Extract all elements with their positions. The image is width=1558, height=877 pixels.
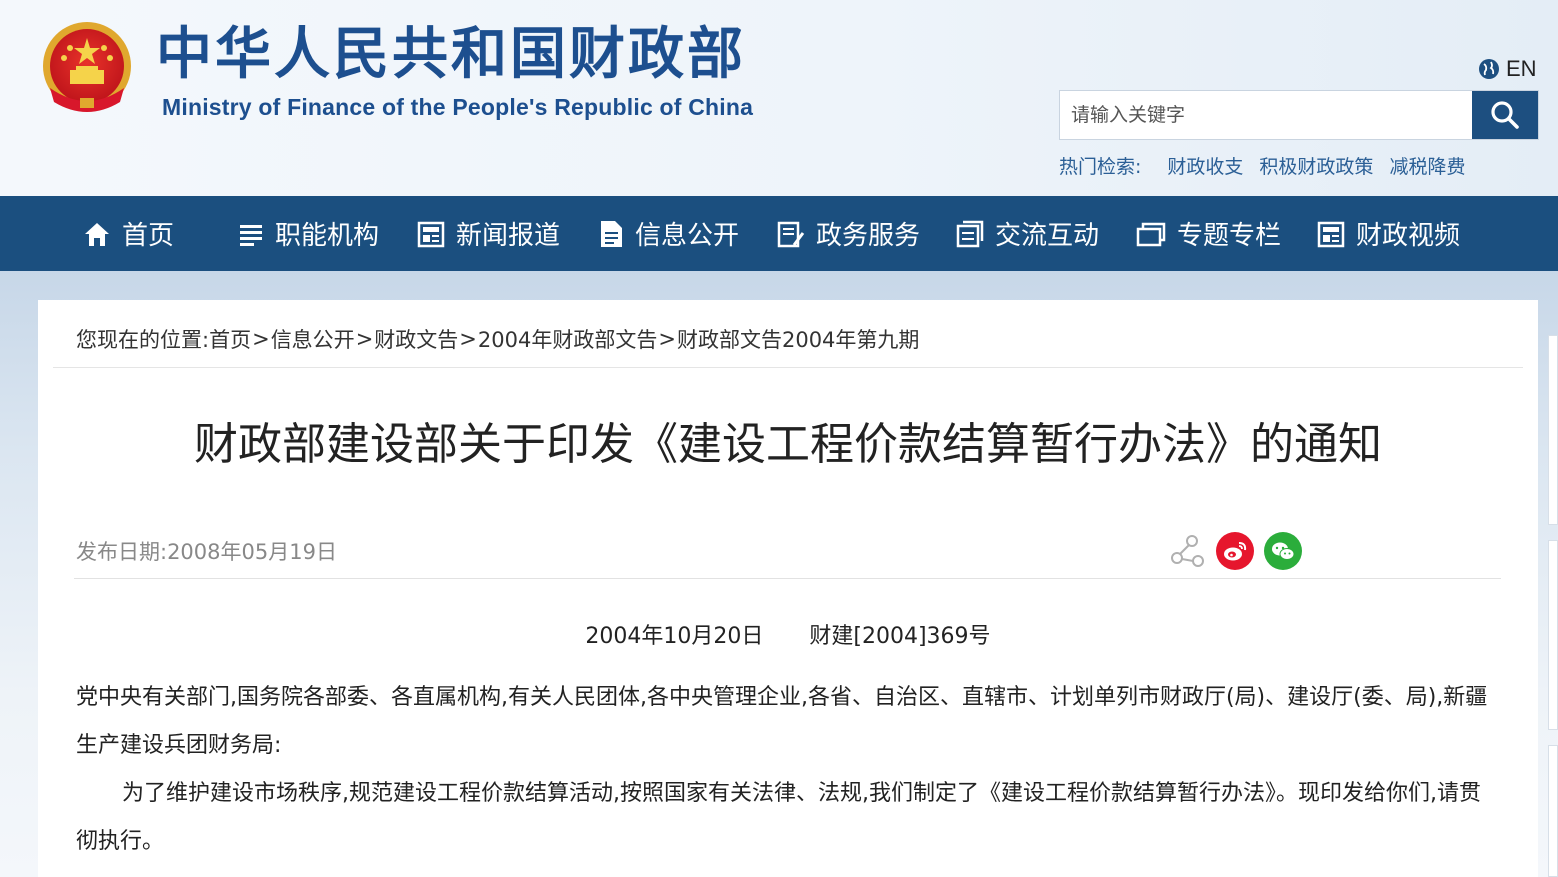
nav-item-topics[interactable]: 专题专栏 <box>1135 196 1281 271</box>
nav-label: 新闻报道 <box>456 221 561 251</box>
nav-label: 信息公开 <box>635 221 740 251</box>
nav-label: 政务服务 <box>816 221 921 251</box>
breadcrumb-item[interactable]: 财政部文告2004年第九期 <box>677 324 919 354</box>
side-float-tab[interactable] <box>1548 335 1558 525</box>
wechat-icon <box>1272 542 1295 560</box>
nav-item-news[interactable]: 新闻报道 <box>416 196 560 271</box>
search-button[interactable] <box>1472 91 1538 139</box>
globe-icon <box>1479 59 1499 79</box>
nav-label: 交流互动 <box>995 221 1100 251</box>
breadcrumb-separator: > <box>355 327 374 351</box>
search-icon <box>1491 101 1519 129</box>
nav-item-interaction[interactable]: 交流互动 <box>955 196 1099 271</box>
site-header: 中华人民共和国财政部 Ministry of Finance of the Pe… <box>0 0 1558 196</box>
nav-item-info[interactable]: 信息公开 <box>597 196 739 271</box>
video-icon <box>1317 221 1345 247</box>
article-paragraph: 为了维护建设市场秩序,规范建设工程价款结算活动,按照国家有关法律、法规,我们制定… <box>76 781 1481 854</box>
service-icon <box>777 221 805 247</box>
site-subtitle: Ministry of Finance of the People's Repu… <box>162 94 754 120</box>
nav-item-functions[interactable]: 职能机构 <box>237 196 379 271</box>
breadcrumb: 您现在的位置: 首页 > 信息公开 > 财政文告 > 2004年财政部文告 > … <box>76 324 919 354</box>
nav-label: 职能机构 <box>275 221 380 251</box>
hot-search-item[interactable]: 积极财政政策 <box>1259 152 1373 179</box>
document-date: 2004年10月20日 <box>585 624 764 649</box>
home-icon <box>85 222 109 246</box>
site-title[interactable]: 中华人民共和国财政部 <box>156 20 746 90</box>
side-float-tab[interactable] <box>1548 540 1558 730</box>
nav-item-services[interactable]: 政务服务 <box>776 196 920 271</box>
divider <box>74 578 1501 579</box>
topic-icon <box>1136 222 1166 246</box>
wechat-share-button[interactable] <box>1264 532 1302 570</box>
breadcrumb-item[interactable]: 信息公开 <box>271 324 355 354</box>
side-float-tab[interactable] <box>1548 745 1558 877</box>
hot-search-label: 热门检索: <box>1059 155 1142 178</box>
main-nav: 首页 职能机构 新闻报道 信息公开 政务服务 交流互动 专题专栏 财政视频 <box>0 196 1558 271</box>
breadcrumb-separator: > <box>459 327 477 351</box>
hot-search: 热门检索: 财政收支 积极财政政策 减税降费 <box>1059 150 1481 180</box>
article-title: 财政部建设部关于印发《建设工程价款结算暂行办法》的通知 <box>194 419 1382 470</box>
breadcrumb-item[interactable]: 财政文告 <box>374 324 458 354</box>
nav-item-video[interactable]: 财政视频 <box>1316 196 1460 271</box>
language-label[interactable]: EN <box>1506 56 1537 82</box>
document-number: 财建[2004]369号 <box>809 624 991 649</box>
article-card: 您现在的位置: 首页 > 信息公开 > 财政文告 > 2004年财政部文告 > … <box>38 300 1538 877</box>
national-emblem-icon[interactable] <box>40 18 134 122</box>
breadcrumb-separator: > <box>658 327 676 351</box>
breadcrumb-prefix: 您现在的位置: <box>76 328 210 352</box>
document-icon <box>601 220 622 247</box>
search-box <box>1059 90 1539 140</box>
nav-label: 首页 <box>122 221 175 251</box>
breadcrumb-item[interactable]: 2004年财政部文告 <box>478 324 657 354</box>
nav-label: 专题专栏 <box>1177 221 1282 251</box>
divider <box>53 367 1523 368</box>
weibo-icon <box>1224 542 1247 561</box>
hot-search-item[interactable]: 财政收支 <box>1167 152 1243 179</box>
breadcrumb-item[interactable]: 首页 <box>209 324 251 354</box>
publish-date: 发布日期:2008年05月19日 <box>76 540 337 564</box>
breadcrumb-separator: > <box>252 327 270 351</box>
news-icon <box>417 221 445 247</box>
interaction-icon <box>956 220 984 247</box>
document-meta: 2004年10月20日 财建[2004]369号 <box>38 618 1538 650</box>
article-paragraph: 党中央有关部门,国务院各部委、各直属机构,有关人民团体,各中央管理企业,各省、自… <box>76 685 1488 758</box>
weibo-share-button[interactable] <box>1216 532 1254 570</box>
list-icon <box>240 224 262 246</box>
nav-item-home[interactable]: 首页 <box>82 196 174 271</box>
share-bar <box>1168 532 1302 570</box>
hot-search-item[interactable]: 减税降费 <box>1389 152 1465 179</box>
nav-label: 财政视频 <box>1356 221 1461 251</box>
share-icon[interactable] <box>1168 532 1206 570</box>
search-input[interactable] <box>1060 91 1472 139</box>
language-switch[interactable]: EN <box>1478 56 1537 82</box>
